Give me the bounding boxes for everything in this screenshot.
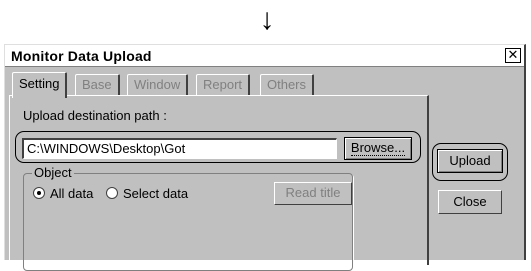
all-data-radio[interactable] <box>33 187 45 199</box>
tab-report[interactable]: Report <box>196 74 251 96</box>
down-arrow-icon: ↓ <box>259 3 275 36</box>
window-title: Monitor Data Upload <box>11 48 152 64</box>
close-button[interactable]: Close <box>438 190 502 214</box>
upload-path-field[interactable]: C:\WINDOWS\Desktop\Got <box>22 138 337 159</box>
monitor-data-upload-dialog: Monitor Data Upload ✕ Setting Base Windo… <box>4 44 526 271</box>
close-icon[interactable]: ✕ <box>505 48 521 63</box>
object-group-legend: Object <box>32 165 74 180</box>
tab-others[interactable]: Others <box>260 74 315 96</box>
read-title-button[interactable]: Read title <box>274 182 352 205</box>
object-radio-row: All data Select data <box>33 186 197 206</box>
tab-base[interactable]: Base <box>75 74 120 96</box>
browse-label: Browse... <box>350 140 406 156</box>
upload-path-label: Upload destination path : <box>23 108 167 123</box>
setting-panel: Upload destination path : C:\WINDOWS\Des… <box>9 95 429 271</box>
select-data-label[interactable]: Select data <box>123 186 188 201</box>
tab-window[interactable]: Window <box>127 74 189 96</box>
title-bar: Monitor Data Upload ✕ <box>5 45 524 67</box>
object-group: Object All data Select data Read title <box>23 165 353 271</box>
tab-setting[interactable]: Setting <box>12 72 68 98</box>
all-data-label[interactable]: All data <box>50 186 93 201</box>
browse-button[interactable]: Browse... <box>344 137 412 160</box>
select-data-radio[interactable] <box>106 187 118 199</box>
upload-button[interactable]: Upload <box>437 149 503 173</box>
